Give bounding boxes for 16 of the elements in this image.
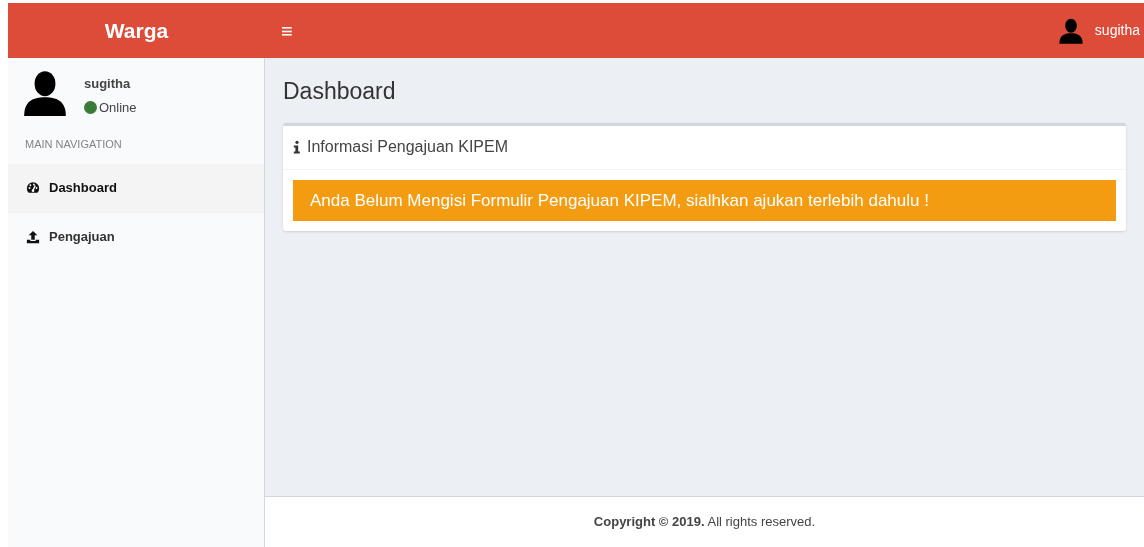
upload-icon bbox=[26, 230, 40, 244]
gauge-icon bbox=[26, 181, 40, 195]
status-label: Online bbox=[99, 98, 137, 117]
user-name[interactable]: sugitha bbox=[1094, 20, 1140, 41]
user-name: sugitha bbox=[84, 75, 132, 93]
card-title: Informasi Pengajuan KIPEM bbox=[307, 137, 508, 157]
warning-alert: Anda Belum Mengisi Formulir Pengajuan KIPEM, sialhkan ajukan terlebih dahulu ! bbox=[293, 179, 1116, 221]
menu-button[interactable]: ≡ bbox=[281, 20, 293, 41]
nav-item[interactable]: Pengajuan bbox=[8, 212, 264, 262]
info-icon bbox=[293, 140, 301, 154]
copyright-text: Copyright © 2019. All rights reserved. bbox=[593, 513, 816, 532]
user-avatar-icon[interactable] bbox=[1056, 16, 1085, 45]
nav-item[interactable]: Dashboard bbox=[8, 163, 264, 213]
brand-title[interactable]: Warga bbox=[104, 14, 169, 47]
section-heading: MAIN NAVIGATION bbox=[24, 137, 123, 152]
page-title: Dashboard bbox=[283, 77, 397, 106]
